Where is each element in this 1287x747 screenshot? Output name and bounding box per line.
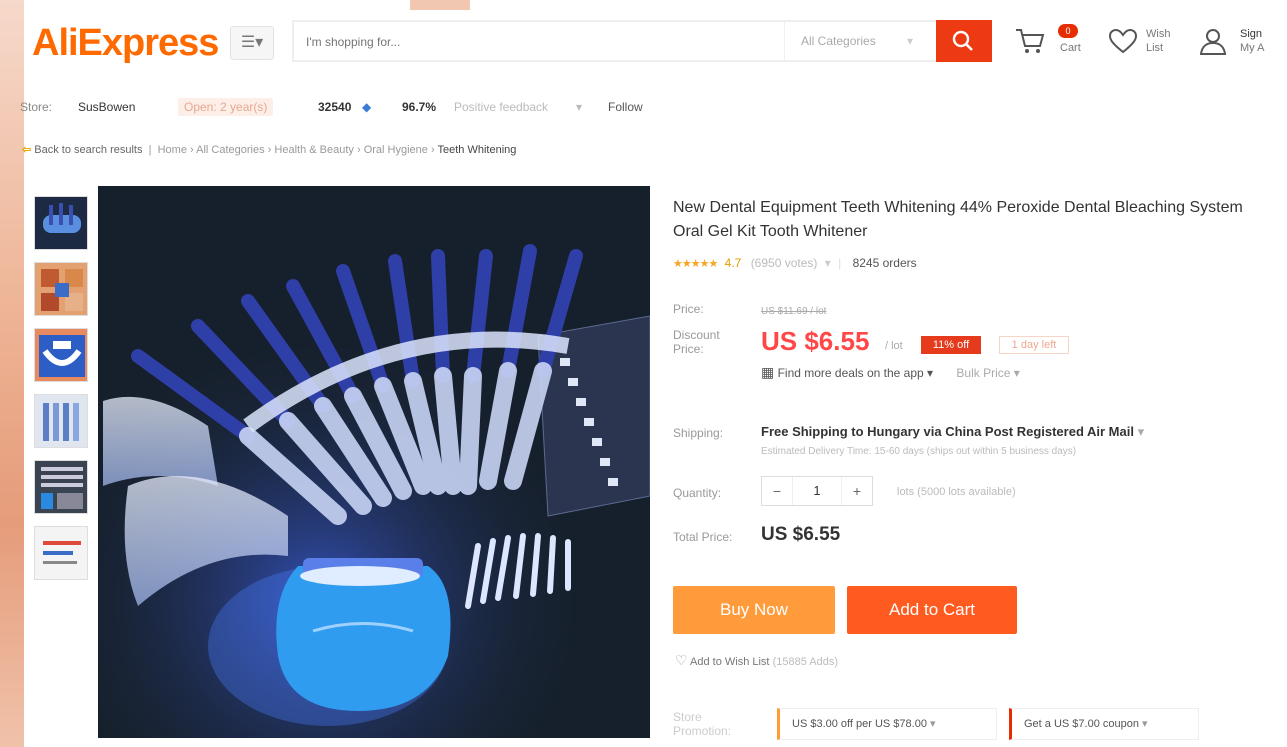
product-main-image[interactable]	[98, 186, 650, 738]
discount-price-label-2: Price:	[673, 342, 704, 356]
chevron-down-icon: ▾	[1137, 424, 1145, 439]
page-background-decoration-top	[410, 0, 470, 10]
delivery-estimate: Estimated Delivery Time: 15-60 days (shi…	[761, 446, 1077, 457]
chevron-down-icon: ▾	[930, 718, 936, 730]
shipping-method-select[interactable]: Free Shipping to Hungary via China Post …	[761, 424, 1144, 440]
discount-price: US $6.55	[761, 326, 870, 356]
qr-code-icon: ▦	[761, 364, 775, 380]
cart-icon[interactable]	[1014, 26, 1046, 56]
wish-list-count: (15885 Adds)	[772, 656, 838, 668]
coupon-text: Get a US $7.00 coupon	[1024, 718, 1139, 730]
rating-votes[interactable]: (6950 votes)	[751, 256, 818, 270]
total-price-value: US $6.55	[761, 524, 841, 545]
store-promotion-label-1: Store	[673, 710, 702, 724]
promotion-text: US $3.00 off per US $78.00	[792, 718, 927, 730]
chevron-down-icon: ▾	[907, 34, 914, 48]
per-lot-label: / lot	[885, 340, 903, 352]
bulk-price-link[interactable]: Bulk Price	[956, 366, 1010, 380]
thumbnail-1[interactable]	[34, 196, 88, 250]
price-label: Price:	[673, 302, 704, 316]
teeth-whitening-kit-image	[98, 186, 650, 738]
product-title: New Dental Equipment Teeth Whitening 44%…	[673, 199, 1243, 240]
search-button[interactable]	[936, 20, 992, 62]
store-label: Store:	[20, 100, 53, 114]
chevron-down-icon: ▾	[1142, 718, 1148, 730]
sign-in-label-2[interactable]: My A	[1240, 42, 1264, 54]
total-price-label: Total Price:	[673, 530, 733, 544]
wish-list-label-2[interactable]: List	[1146, 42, 1163, 54]
product-info-panel: New Dental Equipment Teeth Whitening 44%…	[673, 196, 1273, 740]
discount-price-label-1: Discount	[673, 328, 720, 342]
store-feedback-label[interactable]: Positive feedback	[454, 100, 548, 114]
buy-now-button[interactable]: Buy Now	[673, 586, 835, 634]
cart-count-badge: 0	[1058, 24, 1078, 38]
follow-store-button[interactable]: Follow	[608, 100, 643, 114]
days-left-badge: 1 day left	[999, 336, 1069, 354]
breadcrumb-home[interactable]: Home	[158, 144, 187, 156]
back-to-search-link[interactable]: Back to search results	[34, 144, 142, 156]
original-price: US $11.69 / lot	[761, 306, 827, 317]
back-arrow-icon[interactable]: ⇦	[22, 144, 31, 156]
heart-icon: ♡	[675, 652, 688, 668]
store-score[interactable]: 32540	[318, 100, 351, 114]
breadcrumb-teeth-whitening[interactable]: Teeth Whitening	[438, 144, 517, 156]
breadcrumb-health-beauty[interactable]: Health & Beauty	[274, 144, 354, 156]
app-deals-link[interactable]: Find more deals on the app	[778, 366, 924, 380]
quantity-label: Quantity:	[673, 486, 722, 500]
wish-list-text: Add to Wish List	[690, 656, 770, 668]
orders-count: 8245 orders	[852, 256, 917, 270]
search-input[interactable]	[306, 32, 776, 52]
add-to-wish-list-link[interactable]: ♡ Add to Wish List (15885 Adds)	[675, 652, 838, 669]
search-icon	[952, 30, 973, 51]
thumbnail-4[interactable]	[34, 394, 88, 448]
thumbnail-2[interactable]	[34, 262, 88, 316]
rating-stars: ★★★★★	[673, 258, 718, 270]
store-opened-badge: Open: 2 year(s)	[178, 98, 274, 116]
medal-icon: ◆	[362, 100, 372, 114]
coupon-select[interactable]: Get a US $7.00 coupon ▾	[1009, 708, 1199, 740]
quantity-availability: lots (5000 lots available)	[897, 486, 1016, 498]
rating-value[interactable]: 4.7	[725, 256, 742, 270]
user-icon[interactable]	[1198, 26, 1228, 56]
chevron-down-icon: ▾	[1013, 366, 1020, 380]
shipping-label: Shipping:	[673, 426, 724, 440]
quantity-stepper: − 1 +	[761, 476, 873, 506]
breadcrumb-all-categories[interactable]: All Categories	[196, 144, 264, 156]
aliexpress-logo[interactable]: AliExpress	[32, 22, 219, 65]
chevron-down-icon: ▾	[927, 366, 934, 380]
heart-icon[interactable]	[1108, 28, 1138, 54]
rating-row: ★★★★★ 4.7 (6950 votes) ▾ | 8245 orders	[673, 256, 917, 270]
store-promotion-select[interactable]: US $3.00 off per US $78.00 ▾	[777, 708, 997, 740]
quantity-decrease-button[interactable]: −	[762, 477, 792, 505]
sign-in-label-1[interactable]: Sign	[1240, 28, 1262, 40]
app-deals-row[interactable]: ▦ Find more deals on the app ▾ Bulk Pric…	[761, 364, 1020, 381]
store-promotion-label-2: Promotion:	[673, 724, 732, 738]
discount-badge: 11% off	[921, 336, 981, 354]
thumbnail-3[interactable]	[34, 328, 88, 382]
add-to-cart-button[interactable]: Add to Cart	[847, 586, 1017, 634]
search-bar: All Categories ▾	[292, 20, 992, 62]
chevron-down-icon: ▾	[576, 100, 583, 114]
category-select-value: All Categories	[801, 34, 876, 48]
thumbnail-6[interactable]	[34, 526, 88, 580]
quantity-input[interactable]: 1	[792, 477, 842, 505]
site-header: AliExpress ☰▾ All Categories ▾ 0 Cart Wi…	[20, 14, 1287, 70]
category-select[interactable]: All Categories ▾	[784, 22, 944, 60]
wish-list-label-1[interactable]: Wish	[1146, 28, 1170, 40]
chevron-down-icon: ▾	[824, 256, 831, 270]
store-positive-rate: 96.7%	[402, 100, 437, 114]
breadcrumb-oral-hygiene[interactable]: Oral Hygiene	[364, 144, 428, 156]
category-menu-button[interactable]: ☰▾	[230, 26, 274, 60]
cart-label[interactable]: Cart	[1060, 42, 1081, 54]
store-name-link[interactable]: SusBowen	[78, 100, 135, 114]
quantity-increase-button[interactable]: +	[842, 477, 872, 505]
shipping-method-text: Free Shipping to Hungary via China Post …	[761, 424, 1134, 439]
thumbnail-5[interactable]	[34, 460, 88, 514]
breadcrumb: ⇦ Back to search results | Home › All Ca…	[22, 144, 517, 156]
